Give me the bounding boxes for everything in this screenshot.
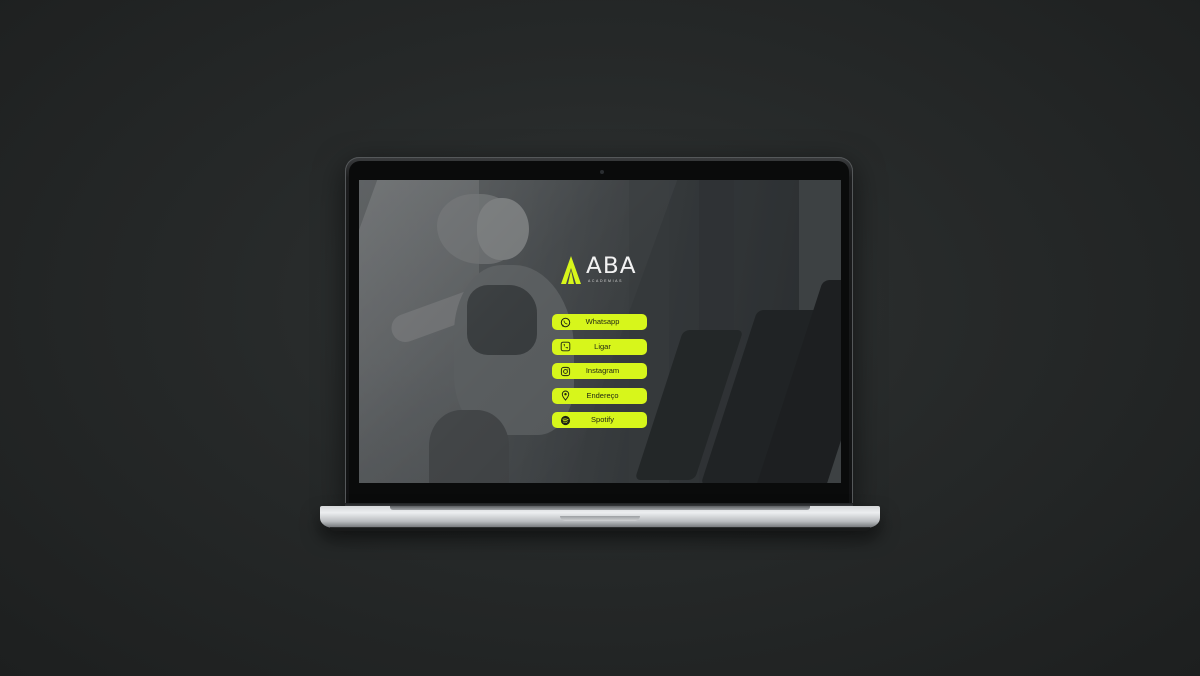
brand-tagline: ACADEMIAS [588,279,624,283]
call-button[interactable]: Ligar [552,338,647,355]
instagram-label: Instagram [585,366,620,376]
link-list: Whatsapp Ligar Instagram Endereço Spotif… [552,314,648,437]
aba-logo-mark-icon [561,256,581,284]
laptop-base-shadow [330,527,870,531]
call-label: Ligar [594,341,611,351]
brand-name: ABA [586,254,637,279]
laptop-open-notch [560,516,640,521]
address-button[interactable]: Endereço [552,387,647,404]
instagram-button[interactable]: Instagram [552,363,647,380]
whatsapp-label: Whatsapp [585,317,620,326]
spotify-button[interactable]: Spotify [552,412,647,429]
camera [600,170,604,174]
whatsapp-button[interactable]: Whatsapp [552,314,647,330]
address-label: Endereço [586,390,619,400]
laptop-keyboard-edge [390,506,810,510]
spotify-label: Spotify [591,415,614,425]
brand-logo: ABA ACADEMIAS [555,252,647,288]
